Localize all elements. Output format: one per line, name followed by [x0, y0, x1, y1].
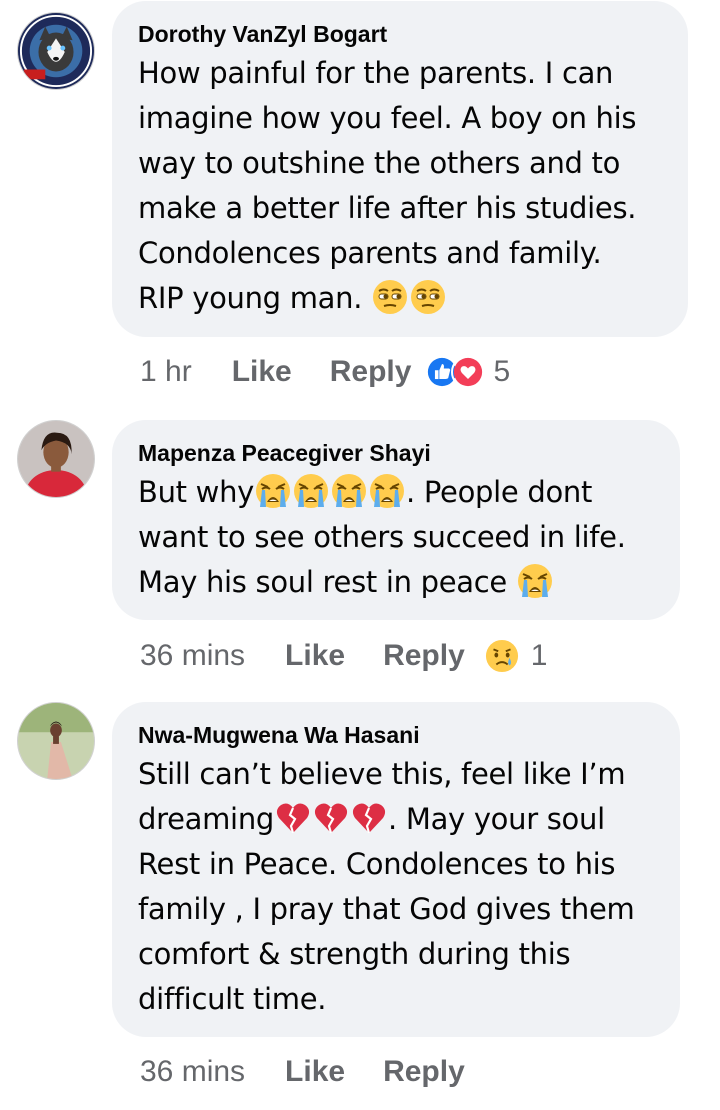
- comment-text: But why. People dont want to see others …: [138, 473, 626, 599]
- broken-heart-icon: [313, 800, 349, 836]
- reply-button[interactable]: Reply: [383, 1055, 465, 1089]
- loudly-crying-face-icon: [293, 473, 329, 509]
- comment-author[interactable]: Dorothy VanZyl Bogart: [138, 19, 666, 49]
- broken-heart-icon: [351, 800, 387, 836]
- comment-time[interactable]: 36 mins: [140, 639, 245, 673]
- comment-text: Still can’t believe this, feel like I’m …: [138, 757, 635, 1016]
- comment-bubble: Dorothy VanZyl Bogart How painful for th…: [112, 1, 688, 337]
- love-icon: [451, 355, 486, 389]
- comment-actions: 1 hr Like Reply 5: [140, 352, 510, 392]
- reaction-summary[interactable]: 1: [485, 639, 548, 673]
- avatar[interactable]: [17, 420, 95, 498]
- reaction-summary[interactable]: 5: [425, 355, 510, 389]
- comment-time[interactable]: 1 hr: [140, 355, 192, 389]
- sad-icon: [485, 639, 519, 673]
- like-button[interactable]: Like: [232, 355, 292, 389]
- loudly-crying-face-icon: [369, 473, 405, 509]
- comment-author[interactable]: Nwa-Mugwena Wa Hasani: [138, 720, 658, 750]
- comment-time[interactable]: 36 mins: [140, 1055, 245, 1089]
- unamused-face-icon: [410, 279, 446, 315]
- reaction-count: 1: [530, 639, 548, 672]
- woman-gown-avatar-image: [18, 703, 94, 779]
- loudly-crying-face-icon: [517, 563, 553, 599]
- comment-author[interactable]: Mapenza Peacegiver Shayi: [138, 438, 658, 468]
- unamused-face-icon: [372, 279, 408, 315]
- comment-actions: 36 mins Like Reply 1: [140, 636, 547, 676]
- broken-heart-icon: [275, 800, 311, 836]
- reaction-count: 5: [493, 355, 511, 388]
- reply-button[interactable]: Reply: [330, 355, 412, 389]
- comment-bubble: Nwa-Mugwena Wa Hasani Still can’t believ…: [112, 702, 680, 1037]
- loudly-crying-face-icon: [255, 473, 291, 509]
- loudly-crying-face-icon: [331, 473, 367, 509]
- avatar[interactable]: [17, 12, 95, 90]
- like-button[interactable]: Like: [285, 639, 345, 673]
- woman-red-avatar-image: [18, 421, 94, 497]
- reply-button[interactable]: Reply: [383, 639, 465, 673]
- comment-text: How painful for the parents. I can imagi…: [138, 56, 637, 315]
- comment-actions: 36 mins Like Reply: [140, 1052, 479, 1092]
- husky-avatar-image: [18, 13, 94, 89]
- like-button[interactable]: Like: [285, 1055, 345, 1089]
- comment-bubble: Mapenza Peacegiver Shayi But why. People…: [112, 420, 680, 620]
- avatar[interactable]: [17, 702, 95, 780]
